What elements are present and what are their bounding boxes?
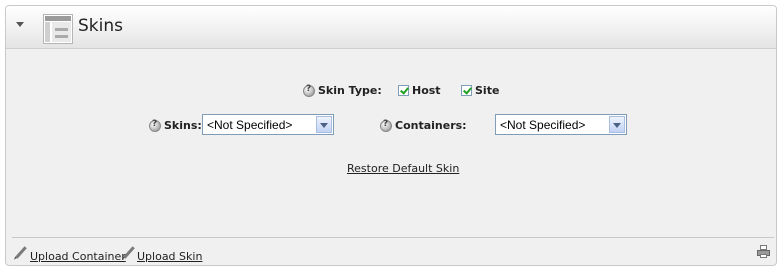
skins-select-value: <Not Specified> [207,117,293,132]
panel-header: Skins [6,6,776,49]
restore-default-skin-link[interactable]: Restore Default Skin [347,162,459,175]
site-checkbox[interactable] [461,85,472,96]
print-icon[interactable] [757,245,770,258]
skins-select[interactable]: <Not Specified> [202,114,334,135]
host-checkbox[interactable] [398,85,409,96]
site-checkbox-option[interactable]: Site [461,84,499,97]
skins-label: Skins: [149,119,202,132]
panel-title: Skins [78,16,123,36]
upload-container-link[interactable]: Upload Container [30,250,126,263]
host-checkbox-label: Host [412,84,441,97]
upload-skin-link[interactable]: Upload Skin [137,250,202,263]
containers-label-text: Containers: [395,119,467,132]
skins-module-icon [43,14,73,44]
help-icon[interactable] [303,84,315,97]
help-icon[interactable] [380,119,392,132]
chevron-down-icon[interactable] [316,116,332,133]
chevron-down-icon[interactable] [16,22,24,27]
chevron-down-icon[interactable] [609,116,625,133]
help-icon[interactable] [149,119,161,132]
skins-panel: Skins Skin Type: Host Site Skins: <Not S… [5,5,777,266]
pencil-icon[interactable] [15,246,27,259]
site-checkbox-label: Site [475,84,500,97]
host-checkbox-option[interactable]: Host [398,84,441,97]
footer-divider [12,237,774,238]
containers-select[interactable]: <Not Specified> [495,114,627,135]
containers-select-value: <Not Specified> [500,117,586,132]
containers-label: Containers: [380,119,467,132]
skin-type-label-text: Skin Type: [318,84,382,97]
skins-label-text: Skins: [164,119,202,132]
skin-type-label: Skin Type: [303,84,382,97]
